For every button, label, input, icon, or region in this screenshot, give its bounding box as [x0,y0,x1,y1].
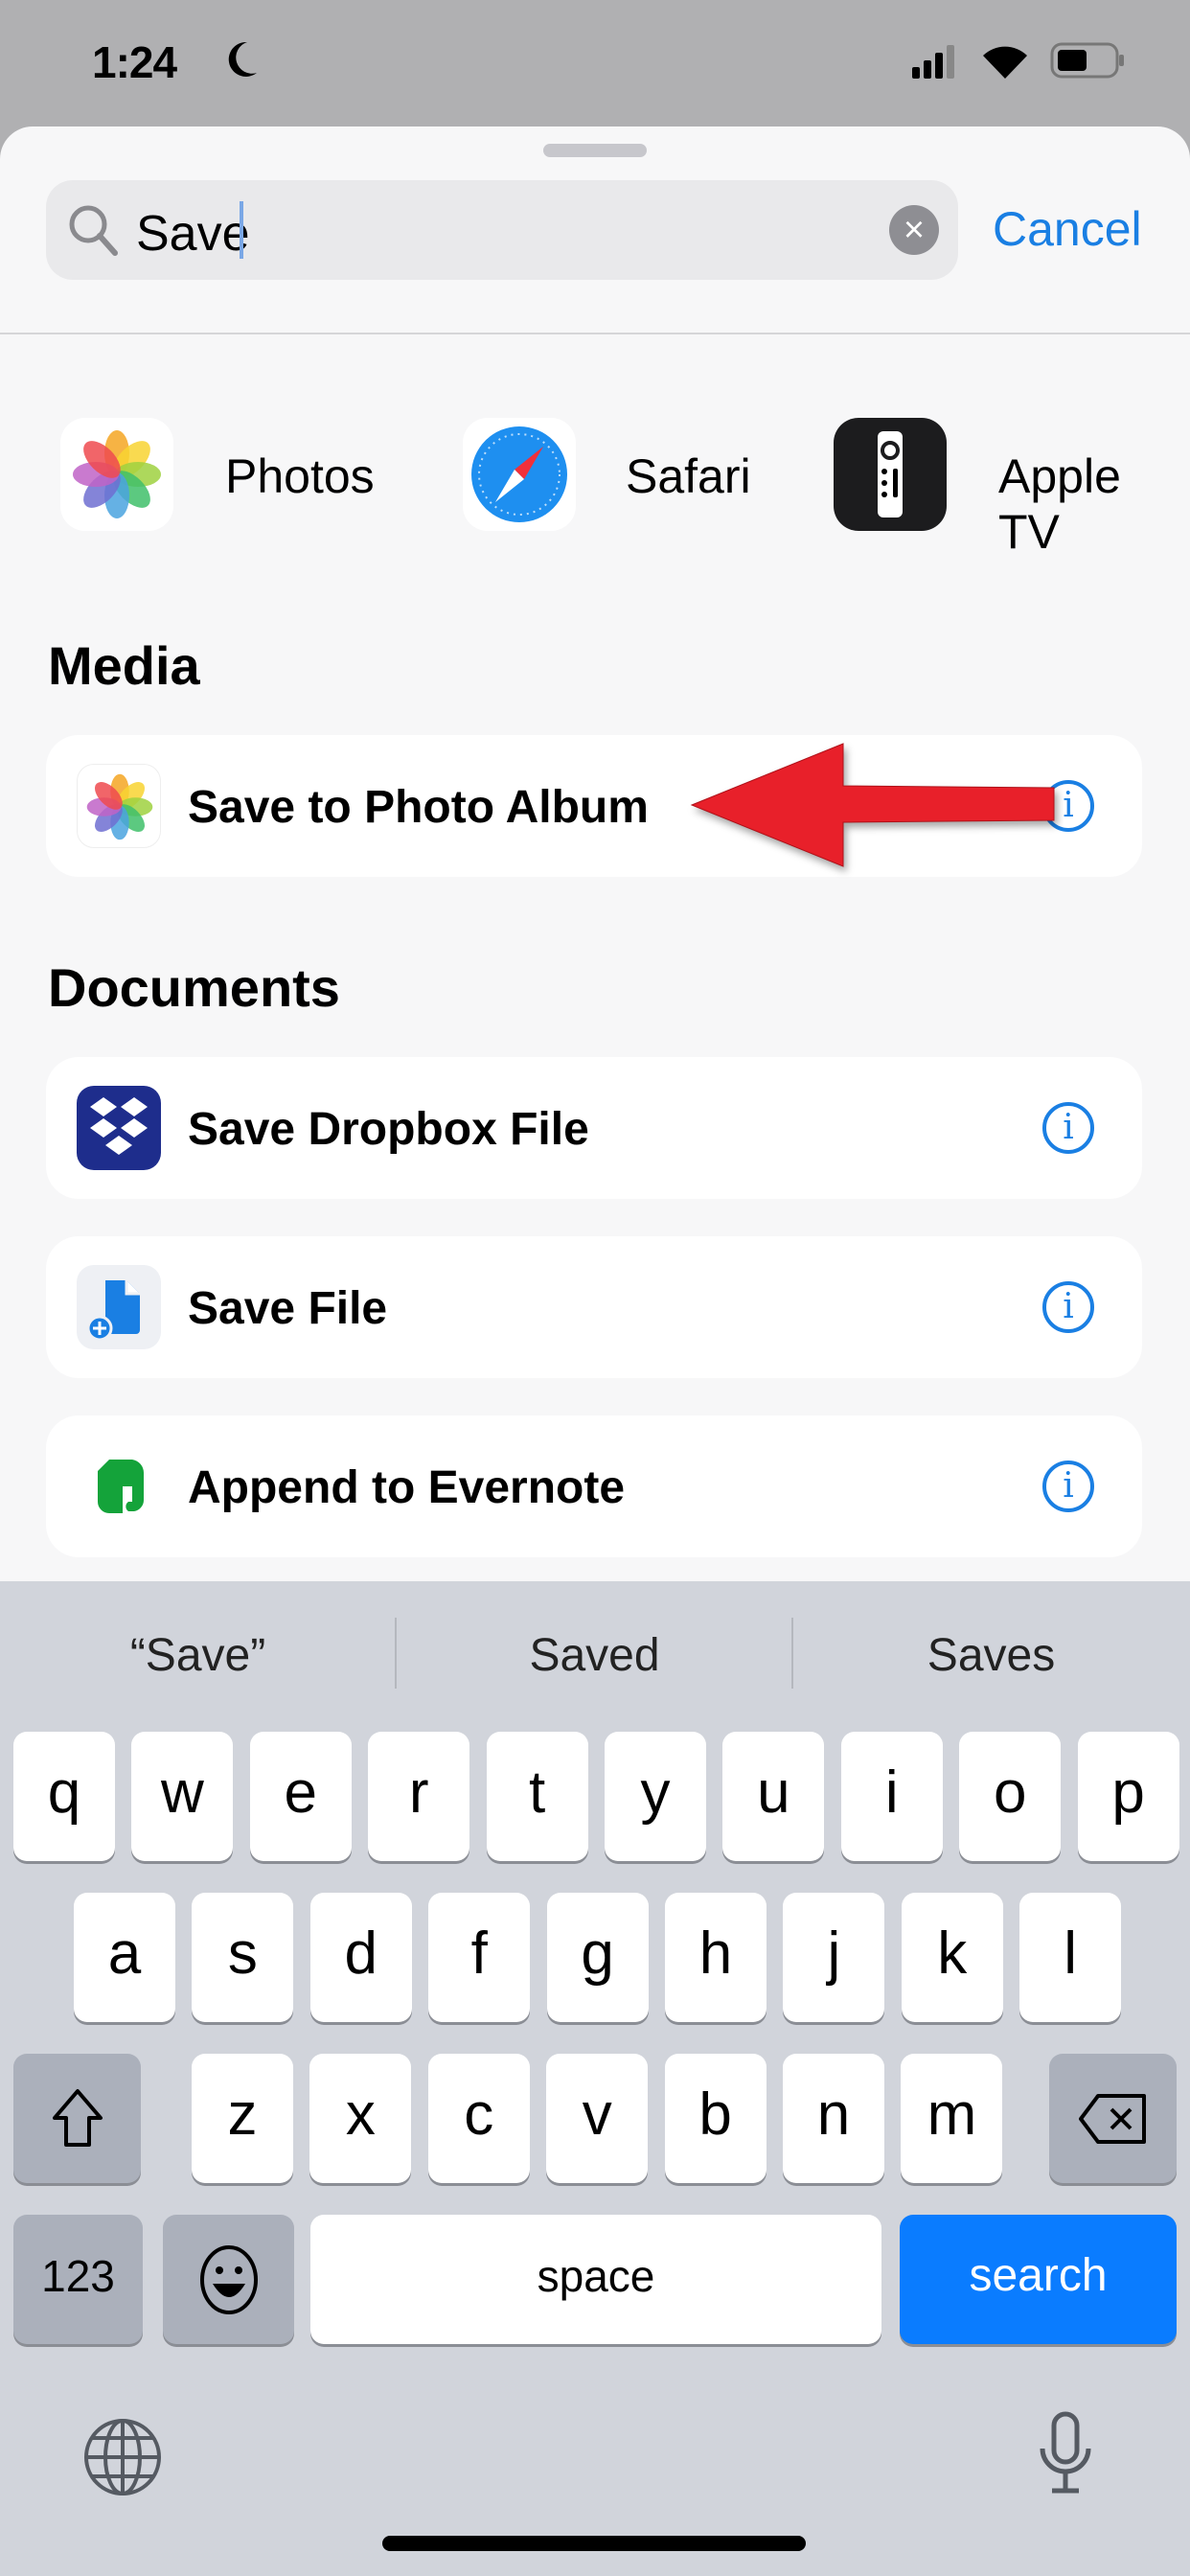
app-safari[interactable]: Safari [626,448,751,504]
key-d[interactable]: d [309,1893,412,2022]
action-save-file[interactable]: Save File i [46,1236,1142,1378]
apple-tv-remote-icon[interactable] [834,418,947,531]
search-input-value[interactable]: Save [136,205,250,263]
key-z[interactable]: z [192,2054,293,2183]
dropbox-icon [77,1086,161,1170]
moon-icon [228,41,257,77]
key-r[interactable]: r [368,1732,470,1861]
key-o[interactable]: o [959,1732,1062,1861]
key-p[interactable]: p [1077,1732,1179,1861]
photos-icon [77,764,161,848]
key-a[interactable]: a [74,1893,175,2022]
status-time: 1:24 [92,37,177,87]
action-label: Save Dropbox File [188,1104,589,1155]
section-heading-documents: Documents [48,957,340,1018]
key-k[interactable]: k [901,1893,1003,2022]
key-c[interactable]: c [427,2054,530,2183]
app-apple-tv[interactable]: Apple TV [998,448,1190,560]
key-g[interactable]: g [546,1893,649,2022]
action-label: Append to Evernote [188,1462,626,1513]
key-u[interactable]: u [722,1732,825,1861]
globe-icon[interactable] [82,2417,163,2497]
action-save-dropbox-file[interactable]: Save Dropbox File i [46,1057,1142,1199]
key-e[interactable]: e [249,1732,352,1861]
key-x[interactable]: x [309,2054,412,2183]
suggestion-3[interactable]: Saves [793,1629,1189,1682]
microphone-icon[interactable] [1037,2410,1094,2496]
key-b[interactable]: b [664,2054,767,2183]
key-s[interactable]: s [192,1893,294,2022]
key-q[interactable]: q [13,1732,115,1861]
info-icon[interactable]: i [1042,1102,1094,1154]
emoji-key[interactable] [163,2215,294,2344]
search-icon [69,205,118,256]
app-photos[interactable]: Photos [225,448,375,504]
shift-key[interactable] [13,2054,141,2183]
photos-icon[interactable] [60,418,173,531]
key-v[interactable]: v [546,2054,649,2183]
divider [0,333,1190,334]
key-w[interactable]: w [131,1732,234,1861]
search-key[interactable]: search [900,2215,1177,2344]
info-icon[interactable]: i [1042,1281,1094,1333]
key-m[interactable]: m [901,2054,1003,2183]
safari-icon[interactable] [463,418,576,531]
text-caret [240,201,243,259]
sheet-grabber[interactable] [543,144,647,157]
action-append-to-evernote[interactable]: Append to Evernote i [46,1415,1142,1557]
suggestion-1[interactable]: “Save” [0,1629,396,1682]
section-heading-media: Media [48,635,200,696]
action-label: Save to Photo Album [188,782,649,833]
space-key[interactable]: space [310,2215,881,2344]
files-icon [77,1265,161,1349]
home-indicator[interactable] [382,2536,806,2551]
wifi-icon [983,46,1027,79]
key-l[interactable]: l [1019,1893,1122,2022]
backspace-key[interactable] [1049,2054,1177,2183]
evernote-icon [77,1444,161,1529]
key-n[interactable]: n [783,2054,884,2183]
suggestion-2[interactable]: Saved [397,1629,792,1682]
cancel-button[interactable]: Cancel [993,201,1142,257]
key-f[interactable]: f [428,1893,531,2022]
battery-icon [1050,42,1124,79]
key-h[interactable]: h [665,1893,767,2022]
key-i[interactable]: i [840,1732,943,1861]
key-y[interactable]: y [605,1732,706,1861]
key-t[interactable]: t [486,1732,588,1861]
numbers-key[interactable]: 123 [13,2215,143,2344]
info-icon[interactable]: i [1042,1460,1094,1512]
clear-search-button[interactable]: × [889,205,939,255]
key-j[interactable]: j [783,1893,885,2022]
action-label: Save File [188,1283,388,1334]
red-arrow-annotation [690,743,1055,867]
signal-icon [912,45,954,79]
